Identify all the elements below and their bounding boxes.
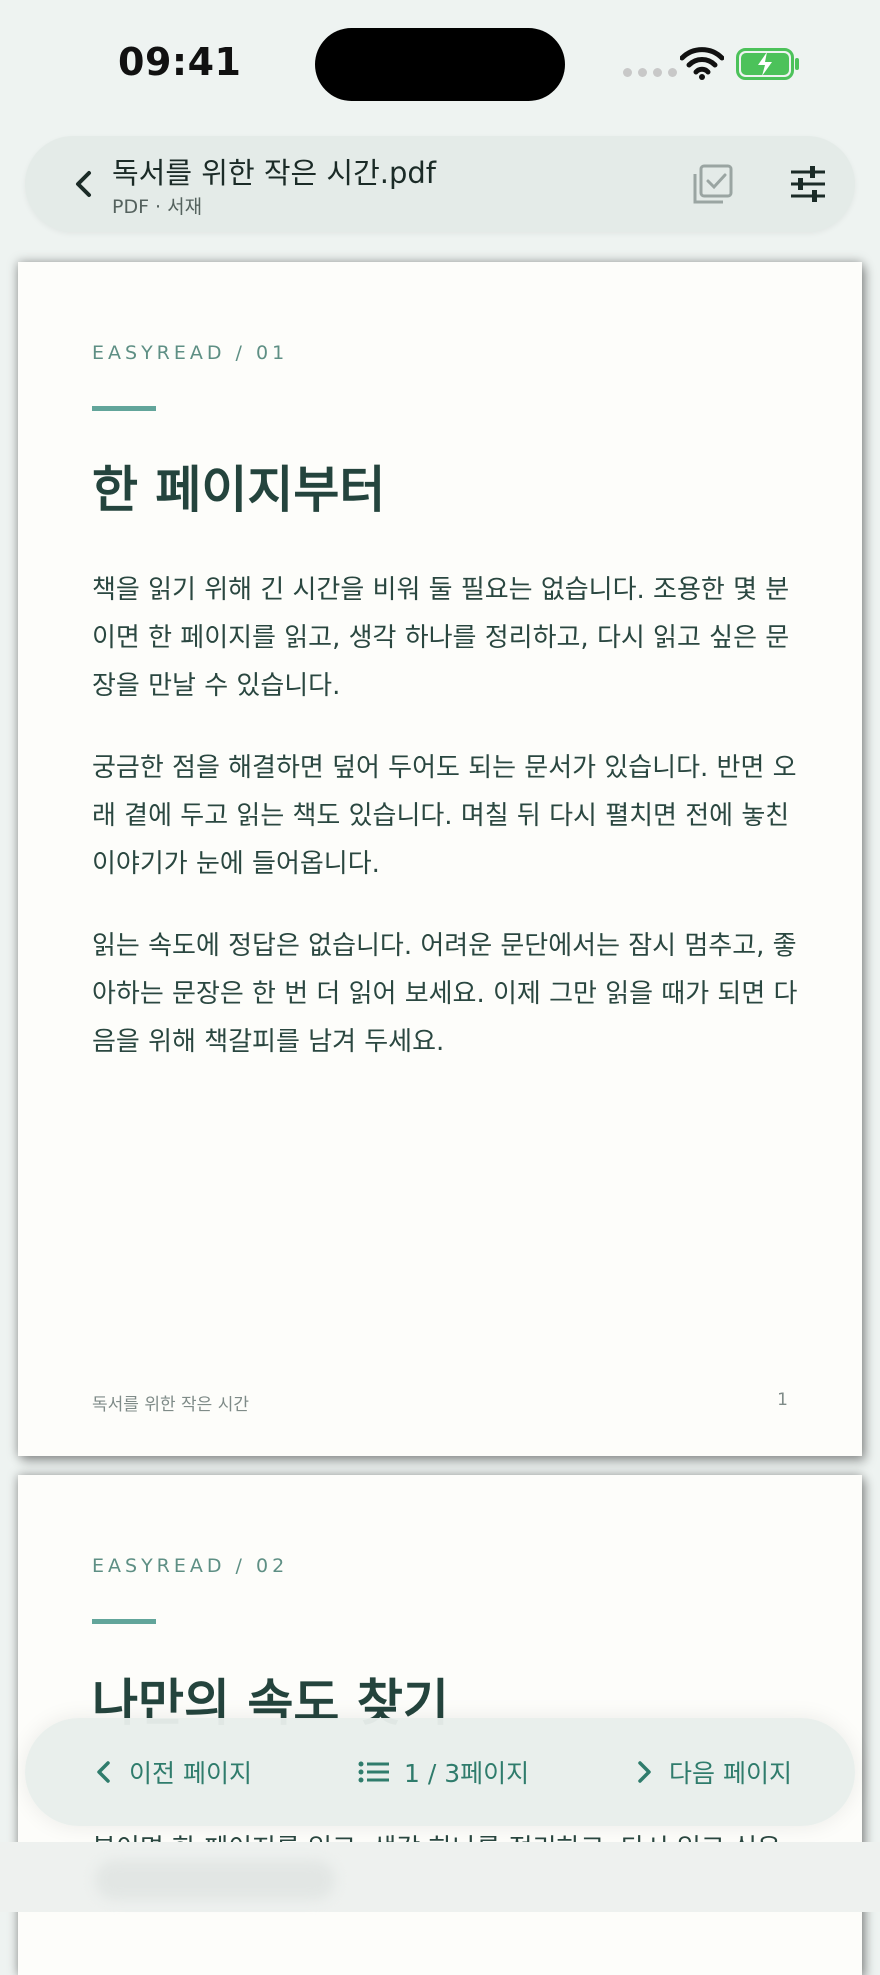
page-navigation-bar: 이전 페이지 1 / 3페이지 다음 페이지 <box>25 1718 855 1826</box>
home-indicator-blur <box>95 1860 335 1900</box>
select-pages-icon[interactable] <box>691 162 735 206</box>
previous-page-button[interactable]: 이전 페이지 <box>93 1718 252 1826</box>
cellular-signal-icon <box>623 68 677 77</box>
page-footer-title: 독서를 위한 작은 시간 <box>92 1395 249 1415</box>
page-indicator: 1 / 3페이지 <box>404 1759 530 1788</box>
list-icon <box>358 1761 389 1783</box>
document-title: 독서를 위한 작은 시간.pdf <box>112 156 437 190</box>
wifi-icon <box>680 47 724 80</box>
paragraph: 책을 읽기 위해 긴 시간을 비워 둘 필요는 없습니다. 조용한 몇 분이면 … <box>92 575 790 701</box>
page-number: 1 <box>777 1390 788 1410</box>
chevron-left-icon <box>97 1761 110 1783</box>
accent-rule <box>92 1619 156 1624</box>
chevron-right-icon <box>638 1761 651 1783</box>
accent-rule <box>92 406 156 411</box>
back-chevron-icon[interactable] <box>65 164 105 204</box>
next-page-label: 다음 페이지 <box>669 1759 792 1788</box>
paragraph: 궁금한 점을 해결하면 덮어 두어도 되는 문서가 있습니다. 반면 오래 곁에… <box>92 753 797 879</box>
battery-charging-icon <box>736 48 799 80</box>
page-heading: 한 페이지부터 <box>92 461 386 519</box>
pdf-page-1[interactable]: EASYREAD / 01 한 페이지부터 책을 읽기 위해 긴 시간을 비워 … <box>18 262 862 1456</box>
page-list-button[interactable]: 1 / 3페이지 <box>358 1718 529 1826</box>
page-eyebrow: EASYREAD / 01 <box>92 342 289 364</box>
document-subtitle: PDF · 서재 <box>112 196 203 218</box>
document-toolbar: 독서를 위한 작은 시간.pdf PDF · 서재 <box>25 136 855 232</box>
next-page-button[interactable]: 다음 페이지 <box>633 1718 792 1826</box>
status-time: 09:41 <box>118 40 242 84</box>
previous-page-label: 이전 페이지 <box>129 1759 252 1788</box>
dynamic-island <box>315 28 565 101</box>
paragraph: 읽는 속도에 정답은 없습니다. 어려운 문단에서는 잠시 멈추고, 좋아하는 … <box>92 931 798 1057</box>
page-eyebrow: EASYREAD / 02 <box>92 1555 289 1577</box>
status-bar: 09:41 <box>0 0 880 130</box>
sliders-settings-icon[interactable] <box>788 164 828 204</box>
